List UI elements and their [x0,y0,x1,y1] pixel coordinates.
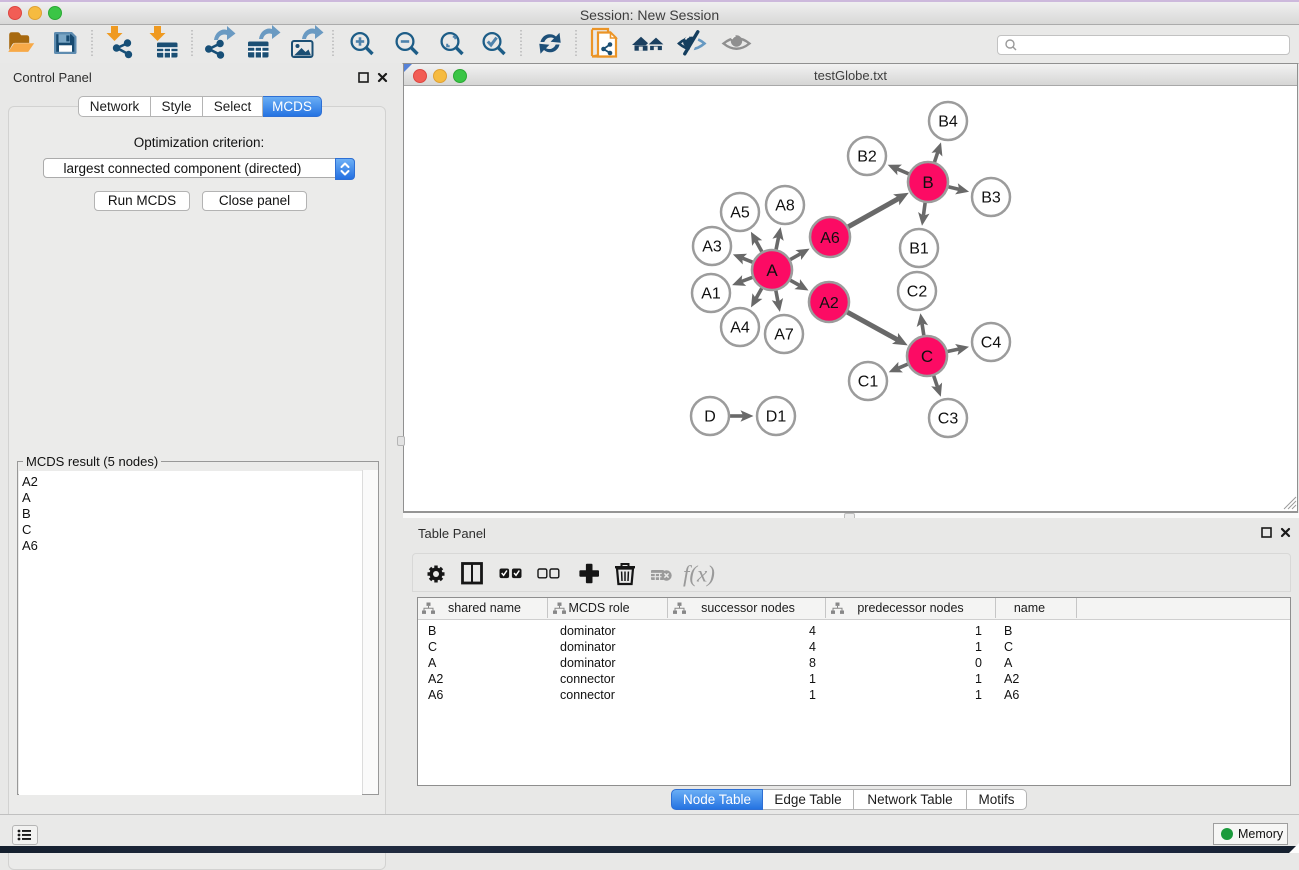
svg-text:B4: B4 [938,114,958,131]
svg-text:B: B [922,173,933,192]
svg-text:A3: A3 [702,239,722,256]
svg-text:f(x): f(x) [683,562,715,587]
svg-text:B3: B3 [981,190,1001,207]
svg-text:C3: C3 [938,411,959,428]
svg-text:A5: A5 [730,205,750,222]
svg-text:C: C [921,347,933,366]
svg-text:A6: A6 [820,230,840,247]
svg-text:D1: D1 [766,409,787,426]
svg-text:A: A [766,261,778,280]
svg-text:B2: B2 [857,149,877,166]
svg-text:D: D [704,409,716,426]
svg-text:A1: A1 [701,286,721,303]
svg-text:A2: A2 [819,295,839,312]
svg-text:C4: C4 [981,335,1002,352]
svg-text:B1: B1 [909,241,929,258]
svg-text:A4: A4 [730,320,750,337]
svg-text:A8: A8 [775,198,795,215]
svg-text:C2: C2 [907,284,928,301]
svg-text:C1: C1 [858,374,879,391]
svg-text:A7: A7 [774,327,794,344]
